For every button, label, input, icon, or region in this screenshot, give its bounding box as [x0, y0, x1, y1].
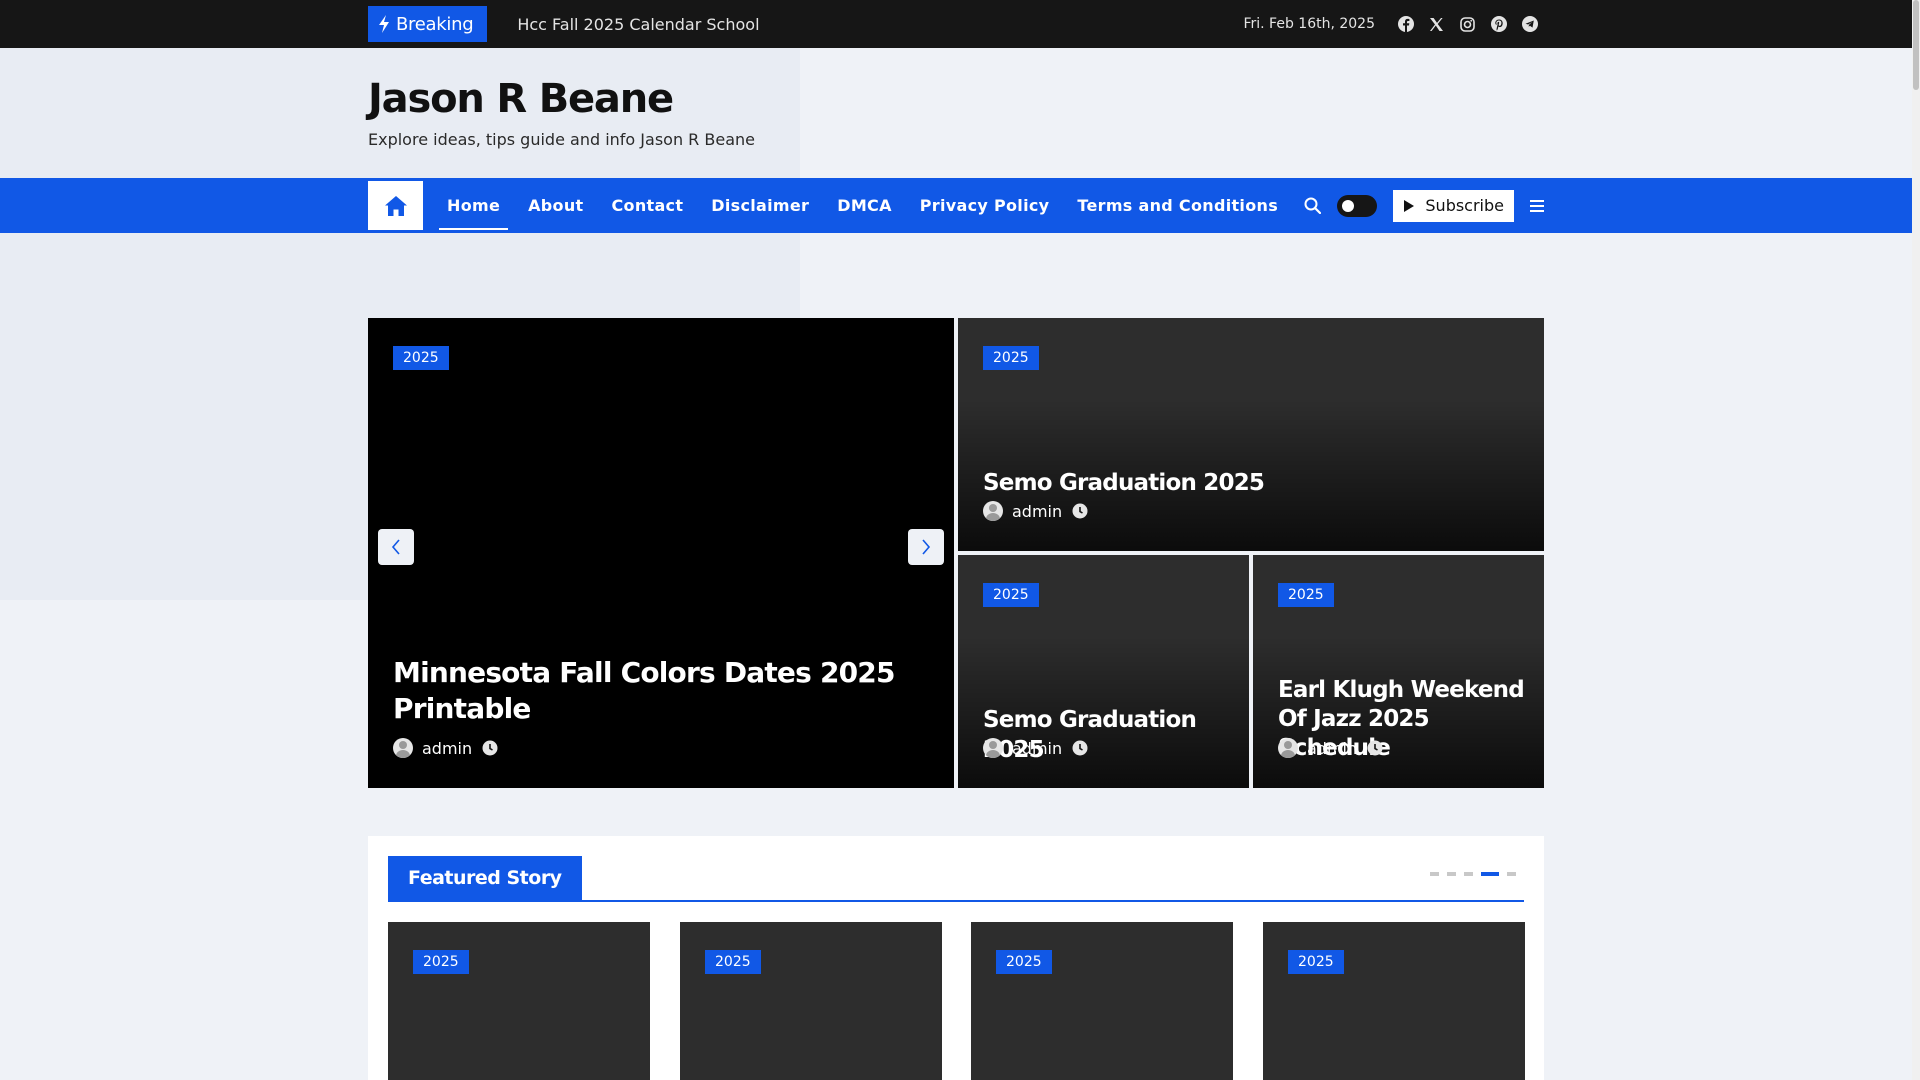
site-title[interactable]: Jason R Beane	[368, 76, 674, 122]
play-icon	[1404, 199, 1415, 212]
category-tag[interactable]: 2025	[983, 346, 1039, 370]
hero-post-card[interactable]: 2025 Semo Graduation 2025 admin	[958, 318, 1544, 551]
x-twitter-icon[interactable]	[1428, 16, 1445, 33]
author-link[interactable]: admin	[422, 739, 472, 758]
sun-icon	[1342, 199, 1355, 212]
post-title[interactable]: Semo Graduation 2025	[983, 468, 1265, 498]
subscribe-label: Subscribe	[1425, 196, 1504, 215]
search-icon[interactable]	[1304, 197, 1322, 214]
social-links	[1397, 16, 1538, 33]
nav-item-disclaimer[interactable]: Disclaimer	[697, 178, 823, 233]
hero-main-slide[interactable]: 2025 Minnesota Fall Colors Dates 2025 Pr…	[368, 318, 954, 788]
carousel-dots	[1430, 872, 1516, 876]
category-tag[interactable]: 2025	[413, 950, 469, 974]
post-meta: admin	[1278, 738, 1383, 758]
bolt-icon	[379, 15, 389, 33]
post-meta: admin	[983, 501, 1088, 521]
breaking-ticker-link[interactable]: Hcc Fall 2025 Calendar School	[517, 15, 759, 34]
author-avatar	[983, 501, 1003, 521]
main-menu: Home About Contact Disclaimer DMCA Priva…	[433, 178, 1292, 233]
clock-icon	[1072, 503, 1088, 519]
hero-grid: 2025 Minnesota Fall Colors Dates 2025 Pr…	[368, 318, 1544, 788]
author-link[interactable]: admin	[1012, 739, 1062, 758]
author-link[interactable]: admin	[1307, 739, 1357, 758]
slider-next-button[interactable]	[908, 529, 944, 565]
author-avatar	[983, 738, 1003, 758]
category-tag[interactable]: 2025	[393, 346, 449, 370]
author-avatar	[393, 738, 413, 758]
nav-item-contact[interactable]: Contact	[597, 178, 697, 233]
subscribe-button[interactable]: Subscribe	[1393, 189, 1514, 222]
page-scrollbar[interactable]	[1912, 0, 1920, 1080]
main-navbar: Home About Contact Disclaimer DMCA Priva…	[0, 178, 1912, 233]
carousel-dot[interactable]	[1507, 872, 1516, 876]
featured-story-title: Featured Story	[388, 856, 582, 900]
clock-icon	[1367, 740, 1383, 756]
hero-post-card[interactable]: 2025 Earl Klugh Weekend Of Jazz 2025 Sch…	[1253, 555, 1544, 788]
carousel-dot[interactable]	[1464, 872, 1473, 876]
facebook-icon[interactable]	[1397, 16, 1414, 33]
hamburger-menu-icon[interactable]	[1530, 199, 1544, 213]
featured-card[interactable]: 2025	[680, 922, 942, 1080]
featured-story-header: Featured Story	[388, 856, 1524, 902]
featured-card[interactable]: 2025	[1263, 922, 1525, 1080]
hero-post-card[interactable]: 2025 Semo Graduation 2025 admin	[958, 555, 1249, 788]
current-date: Fri. Feb 16th, 2025	[1243, 16, 1375, 32]
carousel-dot[interactable]	[1430, 872, 1439, 876]
clock-icon	[482, 740, 498, 756]
home-icon	[384, 195, 407, 216]
post-meta: admin	[983, 738, 1088, 758]
pinterest-icon[interactable]	[1490, 16, 1507, 33]
top-bar: Breaking Hcc Fall 2025 Calendar School F…	[0, 0, 1920, 48]
home-icon-button[interactable]	[368, 181, 423, 230]
nav-item-terms-and-conditions[interactable]: Terms and Conditions	[1063, 178, 1292, 233]
post-meta: admin	[393, 738, 498, 758]
chevron-right-icon	[922, 539, 931, 555]
nav-item-dmca[interactable]: DMCA	[823, 178, 906, 233]
dark-mode-toggle[interactable]	[1337, 194, 1378, 217]
nav-item-about[interactable]: About	[514, 178, 597, 233]
featured-story-section: Featured Story 2025 2025 2025 2025	[368, 836, 1544, 1080]
breaking-label: Breaking	[396, 13, 474, 35]
nav-item-home[interactable]: Home	[433, 178, 514, 233]
chevron-left-icon	[391, 539, 400, 555]
instagram-icon[interactable]	[1459, 16, 1476, 33]
category-tag[interactable]: 2025	[983, 583, 1039, 607]
author-avatar	[1278, 738, 1298, 758]
telegram-icon[interactable]	[1521, 16, 1538, 33]
category-tag[interactable]: 2025	[996, 950, 1052, 974]
clock-icon	[1072, 740, 1088, 756]
breaking-badge: Breaking	[368, 6, 488, 42]
slider-prev-button[interactable]	[378, 529, 414, 565]
carousel-dot-active[interactable]	[1481, 872, 1499, 876]
site-header: Jason R Beane Explore ideas, tips guide …	[0, 48, 1920, 178]
category-tag[interactable]: 2025	[1278, 583, 1334, 607]
author-link[interactable]: admin	[1012, 502, 1062, 521]
featured-card[interactable]: 2025	[388, 922, 650, 1080]
category-tag[interactable]: 2025	[1288, 950, 1344, 974]
featured-card[interactable]: 2025	[971, 922, 1233, 1080]
site-tagline: Explore ideas, tips guide and info Jason…	[368, 130, 755, 149]
carousel-dot[interactable]	[1447, 872, 1456, 876]
category-tag[interactable]: 2025	[705, 950, 761, 974]
nav-item-privacy-policy[interactable]: Privacy Policy	[906, 178, 1064, 233]
scrollbar-thumb[interactable]	[1913, 0, 1919, 90]
hero-main-title[interactable]: Minnesota Fall Colors Dates 2025 Printab…	[393, 655, 913, 727]
